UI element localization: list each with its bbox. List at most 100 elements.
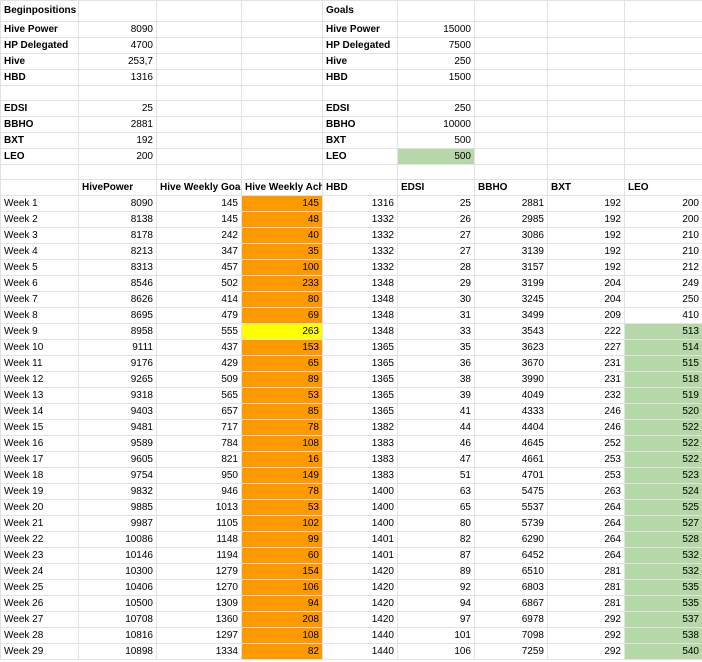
hivepower-cell[interactable]: 8958 — [78, 323, 157, 340]
weekly-goal-cell[interactable]: 1279 — [156, 563, 242, 580]
edsi-cell[interactable]: 35 — [397, 339, 475, 356]
weekly-goal-cell[interactable]: 347 — [156, 243, 242, 260]
week-label[interactable]: Week 10 — [0, 339, 79, 356]
hbd-cell[interactable]: 1365 — [322, 387, 398, 404]
bbho-cell[interactable]: 6867 — [474, 595, 548, 612]
empty-cell[interactable] — [624, 100, 702, 117]
hivepower-cell[interactable]: 10898 — [78, 643, 157, 660]
bxt-cell[interactable]: 232 — [547, 387, 625, 404]
empty-cell[interactable] — [241, 164, 323, 180]
hivepower-cell[interactable]: 8313 — [78, 259, 157, 276]
goal-label[interactable]: Hive — [322, 53, 398, 70]
weekly-goal-cell[interactable]: 457 — [156, 259, 242, 276]
hbd-cell[interactable]: 1348 — [322, 275, 398, 292]
bxt-cell[interactable]: 222 — [547, 323, 625, 340]
bbho-cell[interactable]: 3623 — [474, 339, 548, 356]
begin-value[interactable] — [78, 85, 157, 101]
weekly-ach-cell[interactable]: 153 — [241, 339, 323, 356]
goal-label[interactable]: HP Delegated — [322, 37, 398, 54]
begin-label[interactable]: EDSI — [0, 100, 79, 117]
hbd-cell[interactable]: 1383 — [322, 435, 398, 452]
empty-cell[interactable] — [156, 85, 242, 101]
bxt-cell[interactable]: 204 — [547, 291, 625, 308]
edsi-cell[interactable]: 27 — [397, 227, 475, 244]
weekly-ach-cell[interactable]: 233 — [241, 275, 323, 292]
hbd-cell[interactable]: 1401 — [322, 531, 398, 548]
empty-cell[interactable] — [624, 132, 702, 149]
hivepower-cell[interactable]: 10708 — [78, 611, 157, 628]
weekly-ach-cell[interactable]: 80 — [241, 291, 323, 308]
leo-cell[interactable]: 520 — [624, 403, 702, 420]
hbd-cell[interactable]: 1420 — [322, 595, 398, 612]
bbho-cell[interactable]: 5739 — [474, 515, 548, 532]
bxt-cell[interactable]: 281 — [547, 595, 625, 612]
goal-value[interactable]: 10000 — [397, 116, 475, 133]
hivepower-cell[interactable]: 10086 — [78, 531, 157, 548]
leo-cell[interactable]: 523 — [624, 467, 702, 484]
bxt-cell[interactable]: 264 — [547, 531, 625, 548]
begin-label[interactable] — [0, 85, 79, 101]
weekly-goal-cell[interactable]: 145 — [156, 211, 242, 228]
week-label[interactable]: Week 25 — [0, 579, 79, 596]
edsi-cell[interactable]: 47 — [397, 451, 475, 468]
week-label[interactable]: Week 28 — [0, 627, 79, 644]
empty-cell[interactable] — [241, 85, 323, 101]
week-label[interactable]: Week 12 — [0, 371, 79, 388]
weekly-goal-cell[interactable]: 1013 — [156, 499, 242, 516]
hivepower-cell[interactable]: 9481 — [78, 419, 157, 436]
hbd-cell[interactable]: 1420 — [322, 611, 398, 628]
hivepower-cell[interactable]: 10816 — [78, 627, 157, 644]
hivepower-cell[interactable]: 9403 — [78, 403, 157, 420]
leo-cell[interactable]: 525 — [624, 499, 702, 516]
week-label[interactable]: Week 1 — [0, 195, 79, 212]
hbd-cell[interactable]: 1348 — [322, 291, 398, 308]
begin-label[interactable]: BXT — [0, 132, 79, 149]
weekly-goal-cell[interactable]: 1194 — [156, 547, 242, 564]
begin-value[interactable]: 8090 — [78, 21, 157, 38]
goal-value[interactable] — [397, 85, 475, 101]
begin-label[interactable]: HP Delegated — [0, 37, 79, 54]
bbho-cell[interactable]: 6290 — [474, 531, 548, 548]
weekly-ach-cell[interactable]: 99 — [241, 531, 323, 548]
weekly-goal-cell[interactable]: 479 — [156, 307, 242, 324]
hbd-cell[interactable]: 1348 — [322, 323, 398, 340]
empty-cell[interactable] — [547, 116, 625, 133]
leo-cell[interactable]: 522 — [624, 419, 702, 436]
empty-cell[interactable] — [624, 53, 702, 70]
goal-value[interactable]: 250 — [397, 53, 475, 70]
weekly-ach-cell[interactable]: 53 — [241, 499, 323, 516]
empty-cell[interactable] — [624, 37, 702, 54]
hivepower-cell[interactable]: 10300 — [78, 563, 157, 580]
empty-cell[interactable] — [156, 132, 242, 149]
hbd-cell[interactable]: 1365 — [322, 403, 398, 420]
hivepower-cell[interactable]: 9987 — [78, 515, 157, 532]
weekly-ach-cell[interactable]: 263 — [241, 323, 323, 340]
weekly-goal-cell[interactable]: 946 — [156, 483, 242, 500]
weekly-ach-cell[interactable]: 89 — [241, 371, 323, 388]
empty-cell[interactable] — [397, 0, 475, 22]
empty-cell[interactable] — [474, 37, 548, 54]
bbho-cell[interactable]: 6978 — [474, 611, 548, 628]
weekly-ach-cell[interactable]: 35 — [241, 243, 323, 260]
hbd-cell[interactable]: 1420 — [322, 579, 398, 596]
week-label[interactable]: Week 11 — [0, 355, 79, 372]
hbd-cell[interactable]: 1365 — [322, 355, 398, 372]
empty-cell[interactable] — [156, 100, 242, 117]
weekly-goal-cell[interactable]: 1334 — [156, 643, 242, 660]
edsi-cell[interactable]: 101 — [397, 627, 475, 644]
hivepower-cell[interactable]: 9605 — [78, 451, 157, 468]
week-label[interactable]: Week 3 — [0, 227, 79, 244]
bbho-cell[interactable]: 3670 — [474, 355, 548, 372]
empty-cell[interactable] — [0, 164, 79, 180]
hivepower-cell[interactable]: 10500 — [78, 595, 157, 612]
week-label[interactable]: Week 27 — [0, 611, 79, 628]
empty-cell[interactable] — [156, 69, 242, 86]
goal-value[interactable]: 7500 — [397, 37, 475, 54]
weekly-goal-cell[interactable]: 784 — [156, 435, 242, 452]
begin-title[interactable]: Beginpositions — [0, 0, 79, 22]
empty-cell[interactable] — [474, 132, 548, 149]
weekly-ach-cell[interactable]: 149 — [241, 467, 323, 484]
goal-label[interactable]: Hive Power — [322, 21, 398, 38]
begin-value[interactable]: 200 — [78, 148, 157, 165]
weekly-goal-cell[interactable]: 1360 — [156, 611, 242, 628]
